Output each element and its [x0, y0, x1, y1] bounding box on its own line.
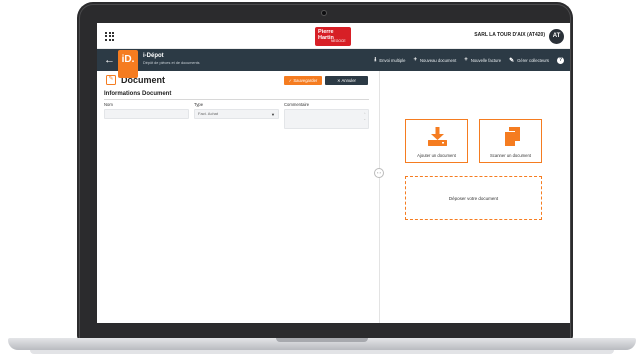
top-bar: Pierre Hartin NEGOCE SARL LA TOUR D'AIX … [97, 23, 570, 49]
camera-icon [321, 10, 327, 16]
section-title: Informations Document [104, 91, 172, 97]
nav-nouvelle-facture[interactable]: + Nouvelle facture [464, 57, 501, 63]
scan-document-button[interactable]: Scanner un document [479, 119, 542, 163]
brand-logo[interactable]: Pierre Hartin NEGOCE [315, 27, 351, 46]
laptop-mockup: Pierre Hartin NEGOCE SARL LA TOUR D'AIX … [0, 0, 644, 356]
app-screen: Pierre Hartin NEGOCE SARL LA TOUR D'AIX … [97, 23, 570, 323]
upload-icon: ⭳ [374, 57, 377, 63]
nav-envoi-multiple[interactable]: ⭳ Envoi multiple [374, 55, 405, 65]
commentaire-textarea[interactable]: ⌃ ⌄ [284, 109, 369, 129]
textarea-scroll-arrows[interactable]: ⌃ ⌄ [363, 112, 366, 122]
laptop-base [8, 338, 636, 350]
cancel-button[interactable]: ✕ Annuler [325, 76, 368, 85]
app-logo: iD. [118, 50, 138, 78]
app-title: i-Dépot [143, 53, 164, 59]
commentaire-label: Commentaire [284, 102, 310, 107]
user-avatar[interactable]: AT [549, 29, 564, 44]
drop-zone[interactable]: Déposer votre document [405, 176, 542, 220]
nav-actions: ⭳ Envoi multiple + Nouveau document + No… [374, 49, 570, 71]
panel-divider [379, 71, 380, 323]
app-subtitle: Dépôt de pièces et de documents [143, 61, 200, 65]
save-button[interactable]: ✓ Sauvegarder [284, 76, 322, 85]
add-document-label: Ajouter un document [417, 153, 456, 158]
help-icon[interactable]: ? [557, 56, 564, 64]
nom-input[interactable] [104, 109, 189, 119]
caret-down-icon: ▼ [271, 112, 275, 117]
type-label: Type [194, 102, 204, 107]
type-select[interactable]: Fact. Achat ▼ [194, 109, 279, 119]
company-name[interactable]: SARL LA TOUR D'AIX (AT420) [474, 32, 545, 38]
nav-nouveau-document[interactable]: + Nouveau document [413, 57, 456, 63]
apps-grid-icon[interactable] [105, 32, 114, 41]
nom-label: Nom [104, 102, 113, 107]
app-navbar: ← iD. i-Dépot Dépôt de pièces et de docu… [97, 49, 570, 78]
drop-zone-label: Déposer votre document [448, 196, 499, 201]
document-form-panel: ✎ Document ✓ Sauvegarder ✕ Annuler Infor… [97, 71, 379, 323]
copy-documents-icon [504, 127, 520, 146]
type-select-value: Fact. Achat [198, 111, 219, 116]
plus-icon: + [464, 57, 468, 63]
download-icon [428, 127, 447, 146]
back-arrow-icon[interactable]: ← [104, 54, 115, 66]
edit-document-icon: ✎ [106, 75, 116, 85]
nav-gerer-collecteurs[interactable]: ✎ Gérer collecteurs [509, 57, 549, 64]
panel-toggle-button[interactable]: ‹ › [374, 168, 384, 178]
scan-document-label: Scanner un document [490, 153, 531, 158]
section-divider [104, 99, 369, 100]
plus-icon: + [413, 57, 417, 63]
edit-icon: ✎ [509, 57, 515, 64]
add-document-button[interactable]: Ajouter un document [405, 119, 468, 163]
